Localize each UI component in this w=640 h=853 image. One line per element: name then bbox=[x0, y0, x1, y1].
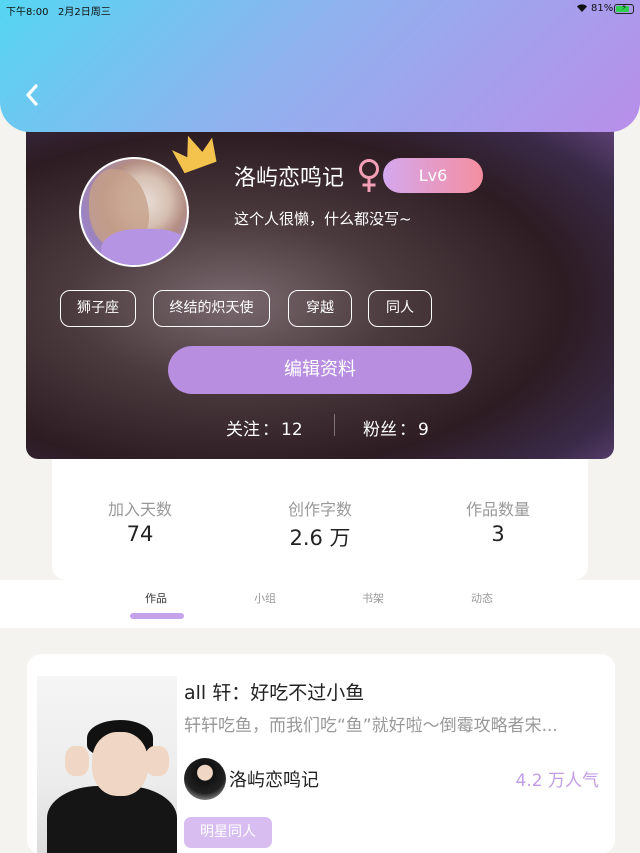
battery-icon: ⚡ bbox=[614, 3, 634, 14]
status-time: 下午8:00 bbox=[6, 7, 49, 18]
stat-value: 2.6 万 bbox=[289, 526, 351, 550]
work-cover-image bbox=[37, 676, 177, 853]
edit-profile-button[interactable]: 编辑资料 bbox=[168, 346, 472, 394]
stat-label: 作品数量 bbox=[465, 500, 530, 519]
profile-tag[interactable]: 穿越 bbox=[288, 290, 352, 327]
work-title: all 轩：好吃不过小鱼 bbox=[184, 682, 365, 704]
status-bar: 下午8:00 2月2日周三 81% ⚡ bbox=[0, 0, 640, 18]
followers-stat[interactable]: 粉丝： 9 bbox=[363, 415, 429, 440]
profile-tag[interactable]: 狮子座 bbox=[60, 290, 136, 327]
tab-bookshelf[interactable]: 书架 bbox=[362, 590, 384, 606]
stat-word-count: 创作字数 2.6 万 bbox=[250, 496, 390, 552]
followers-label: 粉丝 bbox=[363, 420, 397, 440]
profile-card: 洛屿恋鸣记 Lv6 这个人很懒，什么都没写~ 狮子座 终结的炽天使 穿越 同人 … bbox=[26, 110, 614, 459]
active-tab-indicator bbox=[130, 613, 184, 619]
popularity-count: 4.2 万人气 bbox=[515, 771, 599, 791]
work-card[interactable]: all 轩：好吃不过小鱼 轩轩吃鱼，而我们吃“鱼”就好啦～倒霉攻略者宋... 洛… bbox=[27, 654, 615, 853]
header-bar: 下午8:00 2月2日周三 81% ⚡ bbox=[0, 0, 640, 132]
following-label: 关注 bbox=[226, 420, 260, 440]
stat-works-count: 作品数量 3 bbox=[428, 496, 568, 546]
crown-icon bbox=[172, 135, 217, 174]
level-badge: Lv6 bbox=[383, 158, 483, 193]
profile-tag[interactable]: 终结的炽天使 bbox=[153, 290, 270, 327]
stat-label: 加入天数 bbox=[107, 500, 172, 519]
following-stat[interactable]: 关注： 12 bbox=[226, 415, 303, 440]
tab-bar: 作品 小组 书架 动态 bbox=[0, 580, 640, 628]
tab-works[interactable]: 作品 bbox=[145, 590, 167, 606]
stat-value: 74 bbox=[126, 522, 154, 546]
author-name: 洛屿恋鸣记 bbox=[229, 770, 319, 791]
username: 洛屿恋鸣记 bbox=[234, 166, 345, 191]
tab-groups[interactable]: 小组 bbox=[254, 590, 276, 606]
female-symbol-icon bbox=[359, 159, 379, 192]
profile-bio: 这个人很懒，什么都没写~ bbox=[234, 210, 412, 228]
chevron-left-icon bbox=[26, 84, 38, 106]
work-description: 轩轩吃鱼，而我们吃“鱼”就好啦～倒霉攻略者宋... bbox=[184, 716, 558, 736]
stat-join-days: 加入天数 74 bbox=[70, 496, 210, 546]
stat-label: 创作字数 bbox=[287, 500, 352, 519]
following-count: 12 bbox=[281, 420, 303, 440]
charging-icon: ⚡ bbox=[621, 3, 628, 13]
battery-percent: 81% bbox=[591, 3, 614, 14]
divider bbox=[334, 414, 335, 436]
stat-value: 3 bbox=[491, 522, 505, 546]
separator: ： bbox=[399, 420, 416, 440]
profile-tag[interactable]: 同人 bbox=[368, 290, 432, 327]
category-tag[interactable]: 明星同人 bbox=[184, 817, 272, 848]
wifi-icon bbox=[576, 3, 588, 16]
author-avatar bbox=[184, 758, 226, 800]
status-date: 2月2日周三 bbox=[58, 7, 111, 18]
stats-card: 加入天数 74 创作字数 2.6 万 作品数量 3 bbox=[52, 450, 588, 580]
separator: ： bbox=[262, 420, 279, 440]
back-button[interactable] bbox=[18, 78, 48, 112]
tab-activity[interactable]: 动态 bbox=[471, 590, 493, 606]
followers-count: 9 bbox=[418, 420, 429, 440]
